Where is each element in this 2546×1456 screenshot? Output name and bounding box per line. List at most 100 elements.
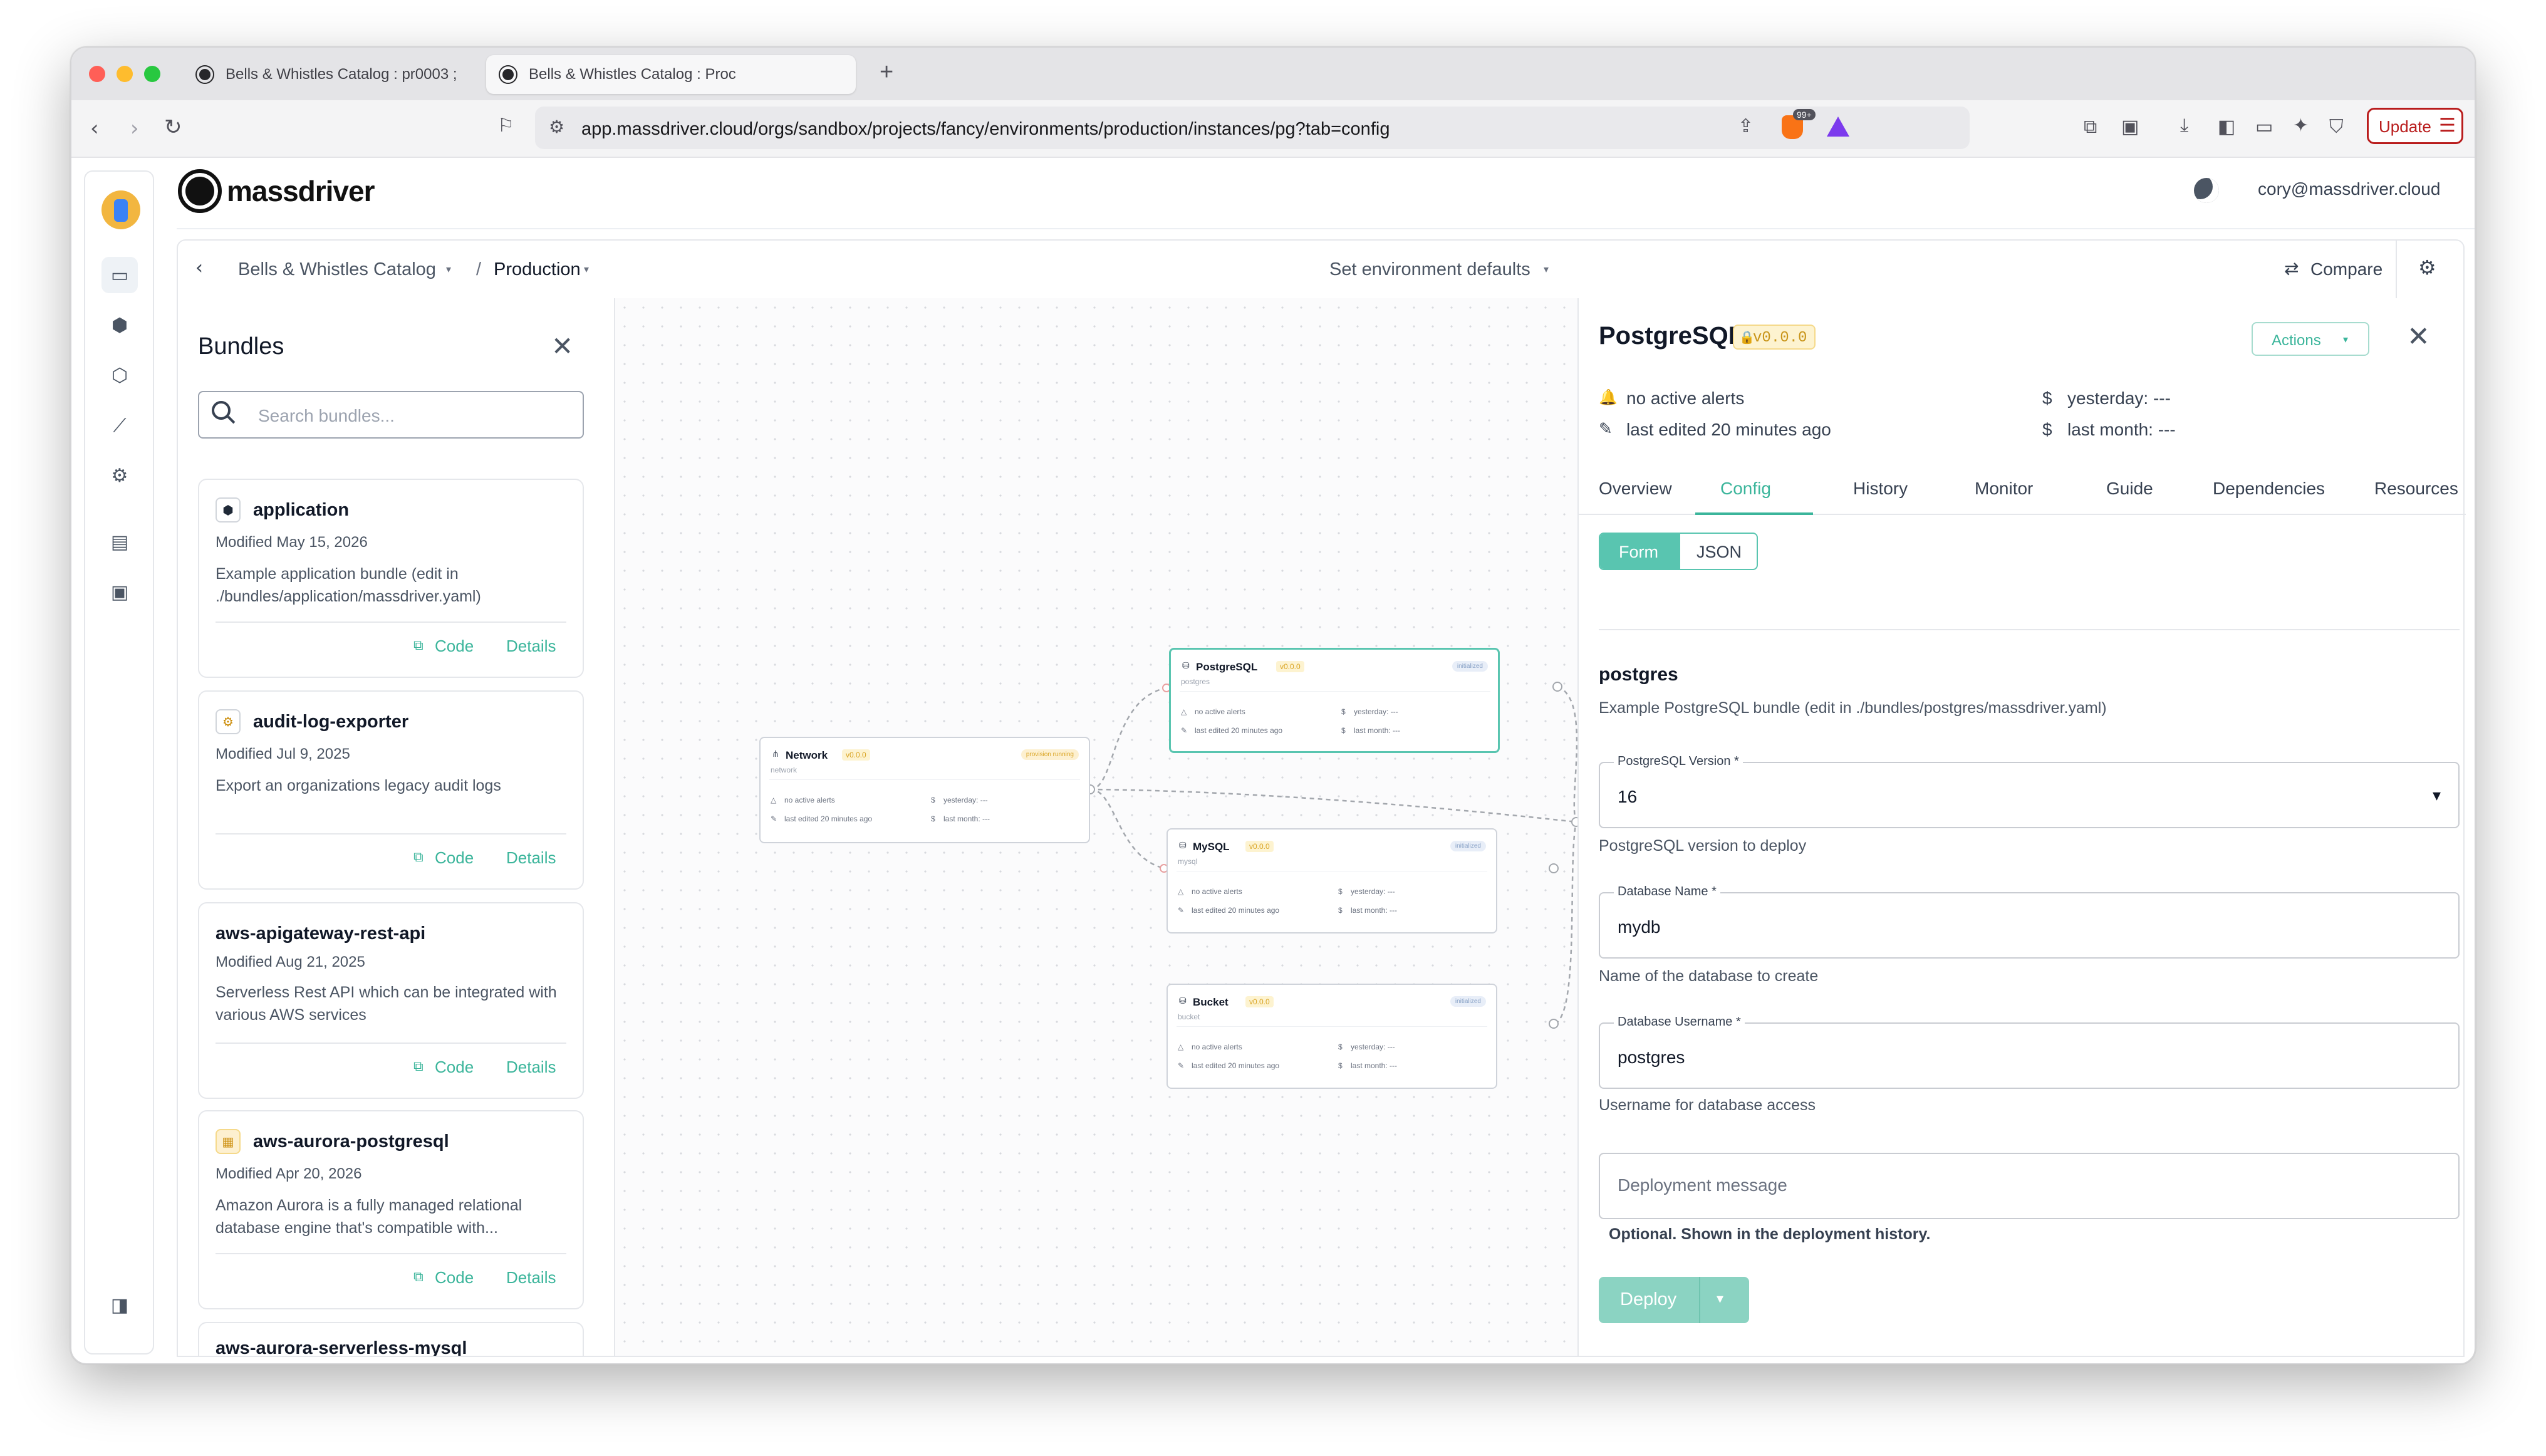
chevron-down-icon[interactable]: ▾: [1544, 263, 1549, 276]
site-settings-icon[interactable]: ⚙: [549, 117, 564, 137]
share-icon[interactable]: ⇪: [1738, 115, 1754, 137]
json-mode-button[interactable]: JSON: [1696, 543, 1742, 562]
dollar-icon: $: [2042, 420, 2052, 439]
brand-name[interactable]: massdriver: [227, 174, 375, 208]
vpn-icon[interactable]: ⛉: [2329, 118, 2344, 137]
code-link[interactable]: Code: [435, 637, 474, 656]
leo-ai-icon[interactable]: ✦: [2293, 117, 2309, 135]
terminal-nav-icon[interactable]: ▣: [101, 574, 138, 610]
back-chevron-icon[interactable]: ‹: [195, 257, 203, 279]
bundle-card[interactable]: ⬢ application Modified May 15, 2026 Exam…: [198, 479, 584, 678]
metrics-nav-icon[interactable]: ⟋: [101, 407, 138, 444]
compare-icon[interactable]: ⇄: [2284, 258, 2299, 279]
dark-mode-moon-icon[interactable]: [2194, 178, 2219, 203]
canvas-node-bucket[interactable]: ⛁ Bucket v0.0.0 initialized bucket △ no …: [1166, 984, 1497, 1089]
close-icon[interactable]: ✕: [551, 331, 573, 361]
browser-tab-1[interactable]: Bells & Whistles Catalog : pr0003 ;: [183, 55, 477, 94]
tab-overview[interactable]: Overview: [1599, 479, 1672, 499]
database-name-field[interactable]: Database Name * mydb: [1599, 885, 2460, 959]
node-status-badge: provision running: [1021, 749, 1079, 760]
actions-dropdown[interactable]: Actions ▾: [2252, 322, 2369, 356]
code-link[interactable]: Code: [435, 1058, 474, 1077]
bundle-card[interactable]: ▦ aws-aurora-postgresql Modified Apr 20,…: [198, 1110, 584, 1309]
update-button[interactable]: Update ☰: [2367, 108, 2463, 144]
downloads-icon[interactable]: ⤓: [2180, 117, 2188, 135]
port-dot[interactable]: [1571, 817, 1577, 827]
node-title: Network: [786, 749, 828, 761]
bundle-card[interactable]: aws-aurora-serverless-mysql: [198, 1322, 584, 1356]
back-icon[interactable]: ‹: [90, 118, 99, 139]
tab-resources[interactable]: Resources: [2374, 479, 2458, 499]
collapse-sidebar-icon[interactable]: ◨: [101, 1287, 138, 1323]
bundle-card[interactable]: aws-apigateway-rest-api Modified Aug 21,…: [198, 902, 584, 1099]
new-tab-button[interactable]: +: [880, 59, 893, 86]
minimize-window-button[interactable]: [117, 66, 133, 82]
database-username-field[interactable]: Database Username * postgres: [1599, 1015, 2460, 1089]
org-avatar[interactable]: [101, 190, 140, 229]
port-dot[interactable]: [1552, 682, 1562, 692]
tab-history[interactable]: History: [1853, 479, 1908, 499]
sidebar-toggle-icon[interactable]: ◧: [2218, 118, 2235, 137]
version-badge: 🔒 v0.0.0: [1733, 325, 1816, 350]
node-version-badge: v0.0.0: [1245, 996, 1274, 1007]
reload-icon[interactable]: ↻: [164, 117, 182, 138]
canvas-node-network[interactable]: ⋔ Network v0.0.0 provision running netwo…: [759, 737, 1090, 843]
form-mode-button[interactable]: Form: [1600, 534, 1680, 569]
port-dot[interactable]: [1549, 863, 1559, 873]
gear-icon[interactable]: ⚙: [2418, 256, 2436, 279]
details-link[interactable]: Details: [506, 848, 556, 868]
postgresql-version-select[interactable]: PostgreSQL Version * 16 ▾: [1599, 754, 2460, 828]
pencil-icon: ✎: [1181, 726, 1188, 735]
bundle-modified: Modified Jul 9, 2025: [216, 746, 350, 762]
code-link[interactable]: Code: [435, 848, 474, 868]
docs-nav-icon[interactable]: ▤: [101, 524, 138, 560]
deploy-options-chevron-icon[interactable]: ▾: [1717, 1291, 1723, 1307]
search-input[interactable]: Search bundles...: [198, 391, 584, 439]
bundle-card[interactable]: ⚙ audit-log-exporter Modified Jul 9, 202…: [198, 690, 584, 890]
breadcrumb-project[interactable]: Bells & Whistles Catalog: [238, 259, 436, 280]
canvas-node-postgresql[interactable]: ⛁ PostgreSQL v0.0.0 initialized postgres…: [1169, 648, 1500, 753]
active-tab-indicator: [1695, 512, 1813, 515]
external-link-icon: ⧉: [413, 1269, 423, 1285]
tab-monitor[interactable]: Monitor: [1975, 479, 2033, 499]
breadcrumb-environment[interactable]: Production: [494, 259, 581, 280]
code-link[interactable]: Code: [435, 1268, 474, 1287]
tab-config[interactable]: Config: [1720, 479, 1771, 499]
deployment-message-field[interactable]: Deployment message: [1599, 1153, 2460, 1219]
chevron-down-icon[interactable]: ▾: [446, 263, 451, 276]
environment-canvas[interactable]: ⋔ Network v0.0.0 provision running netwo…: [615, 298, 1577, 1357]
settings-nav-icon[interactable]: ⚙: [101, 457, 138, 494]
brave-rewards-icon[interactable]: [1827, 117, 1849, 137]
details-link[interactable]: Details: [506, 1268, 556, 1287]
chevron-down-icon[interactable]: ▾: [584, 263, 589, 276]
bookmark-icon[interactable]: ⚐: [497, 117, 514, 135]
tab-guide[interactable]: Guide: [2106, 479, 2153, 499]
projects-nav-icon[interactable]: ▭: [101, 257, 138, 293]
close-icon[interactable]: ✕: [2407, 321, 2430, 353]
compare-button[interactable]: Compare: [2310, 259, 2382, 279]
forward-icon[interactable]: ›: [130, 118, 139, 139]
node-slug: network: [771, 766, 798, 774]
massdriver-logo-icon[interactable]: [178, 169, 222, 213]
details-link[interactable]: Details: [506, 637, 556, 656]
browser-tab-2-active[interactable]: Bells & Whistles Catalog : Proc: [486, 55, 856, 94]
deploy-button[interactable]: Deploy: [1620, 1289, 1676, 1310]
reader-mode-icon[interactable]: ▣: [2121, 118, 2139, 137]
field-value: mydb: [1618, 917, 1661, 937]
tab-dependencies[interactable]: Dependencies: [2213, 479, 2325, 499]
wallet-icon[interactable]: ▭: [2255, 118, 2273, 137]
address-bar[interactable]: ⚙ app.massdriver.cloud/orgs/sandbox/proj…: [535, 107, 1970, 149]
artifacts-nav-icon[interactable]: ⬡: [101, 357, 138, 393]
details-link[interactable]: Details: [506, 1058, 556, 1077]
port-dot[interactable]: [1549, 1019, 1559, 1029]
bundles-nav-icon[interactable]: ⬢: [101, 307, 138, 343]
user-email[interactable]: cory@massdriver.cloud: [2258, 179, 2440, 199]
close-window-button[interactable]: [89, 66, 105, 82]
extensions-icon[interactable]: ⧉: [2084, 118, 2097, 137]
lock-icon: 🔒: [1739, 330, 1755, 345]
canvas-node-mysql[interactable]: ⛁ MySQL v0.0.0 initialized mysql △ no ac…: [1166, 828, 1497, 933]
database-icon: ⛁: [1182, 661, 1190, 671]
zoom-window-button[interactable]: [144, 66, 160, 82]
bundle-description: Example application bundle (edit in ./bu…: [216, 565, 481, 605]
env-defaults-dropdown[interactable]: Set environment defaults: [1329, 259, 1530, 280]
